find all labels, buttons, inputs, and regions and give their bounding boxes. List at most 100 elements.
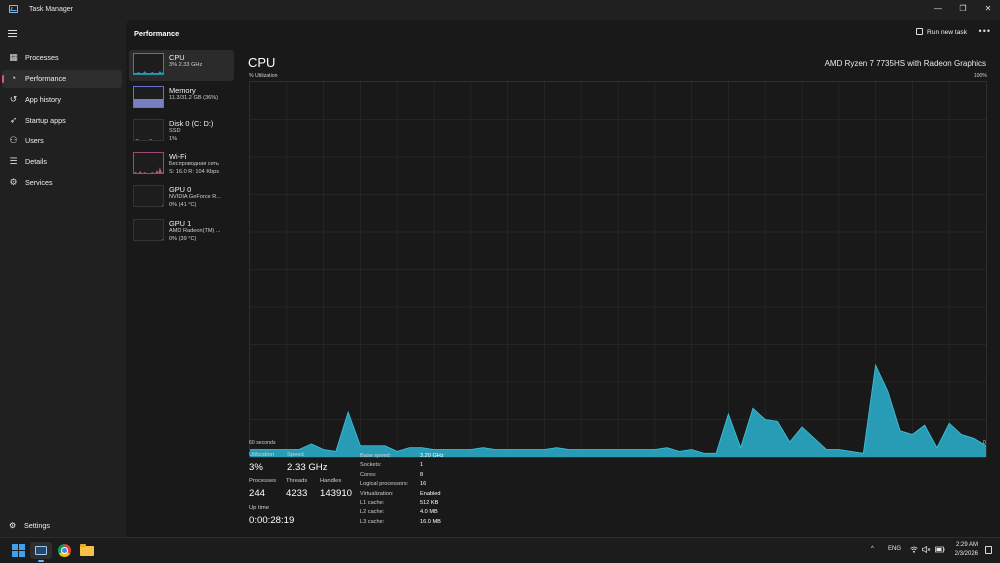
device-thumbnail <box>133 185 164 207</box>
device-item-disk[interactable]: Disk 0 (C: D:) SSD 1% <box>129 116 234 147</box>
sidebar-item-performance[interactable]: ◔ Performance <box>2 70 122 88</box>
volume-muted-icon[interactable] <box>922 545 931 555</box>
users-icon: ⚇ <box>9 135 18 145</box>
taskbar-chrome[interactable] <box>56 542 73 559</box>
device-thumbnail <box>133 119 164 141</box>
device-item-gpu-4[interactable]: GPU 0 NVIDIA GeForce R... 0% (41 °C) <box>129 182 234 213</box>
maximize-button[interactable]: ❐ <box>951 2 975 16</box>
processes-value: 244 <box>249 488 266 499</box>
history-icon: ↺ <box>9 94 18 104</box>
device-sparkline <box>134 205 163 206</box>
settings-label: Settings <box>24 521 50 530</box>
threads-label: Threads <box>286 478 308 484</box>
sidebar-item-label: Details <box>25 157 47 166</box>
utilization-value: 3% <box>249 462 263 473</box>
detail-value: 4.0 MB <box>420 509 438 516</box>
device-subtitle: SSD <box>169 128 181 134</box>
detail-value: 8 <box>420 471 424 478</box>
detail-value: 512 KB <box>420 500 439 506</box>
processes-icon: ▦ <box>9 52 18 62</box>
device-sparkline <box>134 167 163 173</box>
graph-left-time-label: 60 seconds <box>249 440 276 446</box>
device-detail: 0% (39 °C) <box>169 236 197 242</box>
sidebar-item-label: Processes <box>25 53 59 62</box>
folder-icon <box>80 544 94 556</box>
battery-icon[interactable] <box>935 546 945 555</box>
taskbar-file-explorer[interactable] <box>79 542 96 559</box>
device-name: Memory <box>169 86 196 95</box>
detail-key: L2 cache: <box>360 509 385 516</box>
clock-time: 2:29 AM <box>955 542 978 548</box>
services-icon: ⚙ <box>9 177 18 187</box>
page-title: Performance <box>134 29 180 38</box>
detail-value: 16.0 MB <box>420 518 441 525</box>
detail-key: Cores: <box>360 471 377 478</box>
more-options-button[interactable]: ••• <box>979 26 991 36</box>
sidebar-item-users[interactable]: ⚇ Users <box>2 132 122 150</box>
device-detail: 0% (41 °C) <box>169 202 197 208</box>
max-percent-label: 100% <box>973 73 987 79</box>
notification-icon[interactable] <box>985 546 992 554</box>
detail-value: 3.20 GHz <box>420 453 444 459</box>
device-subtitle: 3% 2.33 GHz <box>169 62 203 68</box>
device-sparkline <box>134 139 163 140</box>
chrome-icon <box>58 544 71 557</box>
processes-label: Processes <box>249 478 277 484</box>
task-manager-taskbar-icon <box>35 546 47 555</box>
cpu-graph-svg <box>250 82 987 457</box>
taskbar: ^ ENG 2:29 AM 2/3/2026 <box>0 537 1000 563</box>
graph-right-time-label: 0 <box>983 440 986 446</box>
hamburger-menu-icon[interactable] <box>8 30 17 37</box>
cpu-title: CPU <box>248 55 276 70</box>
cpu-model: AMD Ryzen 7 7735HS with Radeon Graphics <box>824 59 986 68</box>
startup-icon: ➶ <box>9 115 18 125</box>
device-item-wi-fi[interactable]: Wi-Fi Беспроводная сеть S: 16.0 R: 104 Kbp… <box>129 149 234 180</box>
device-thumbnail <box>133 152 164 174</box>
device-sparkline <box>134 239 163 240</box>
device-thumbnail <box>133 53 164 75</box>
detail-key: L3 cache: <box>360 518 385 525</box>
run-new-task-label: Run new task <box>927 29 967 36</box>
handles-value: 143910 <box>320 488 353 499</box>
wifi-icon[interactable] <box>910 546 918 555</box>
sidebar-item-startup-apps[interactable]: ➶ Startup apps <box>2 112 122 130</box>
run-new-task-button[interactable]: Run new task <box>916 28 967 36</box>
sidebar-item-services[interactable]: ⚙ Services <box>2 174 122 192</box>
sidebar-item-label: Performance <box>25 74 67 83</box>
show-hidden-icons-chevron[interactable]: ^ <box>871 546 874 552</box>
handles-label: Handles <box>320 478 342 484</box>
main-panel: Performance Run new task ••• CPU 3% 2.33 … <box>126 20 1000 537</box>
sidebar-item-processes[interactable]: ▦ Processes <box>2 49 122 67</box>
performance-icon: ◔ <box>10 73 17 83</box>
device-subtitle: Беспроводная сеть <box>169 161 219 167</box>
settings-icon: ⚙ <box>9 521 17 530</box>
sidebar-item-details[interactable]: ☰ Details <box>2 153 122 171</box>
uptime-label: Up time <box>249 505 269 511</box>
device-item-gpu-5[interactable]: GPU 1 AMD Radeon(TM) ... 0% (39 °C) <box>129 216 234 247</box>
detail-key: L1 cache: <box>360 500 385 506</box>
close-button[interactable]: ✕ <box>976 2 1000 16</box>
sidebar-item-label: Services <box>25 178 53 187</box>
device-subtitle: NVIDIA GeForce R... <box>169 194 221 200</box>
window-title: Task Manager <box>29 6 73 13</box>
detail-key: Logical processors: <box>360 481 409 488</box>
sidebar-item-app-history[interactable]: ↺ App history <box>2 91 122 109</box>
utilization-axis-label: % Utilization <box>249 73 278 79</box>
device-thumbnail <box>133 219 164 241</box>
taskbar-clock[interactable]: 2:29 AM 2/3/2026 <box>955 541 978 559</box>
taskbar-task-manager[interactable] <box>30 542 52 562</box>
title-bar: Task Manager — ❐ ✕ <box>0 0 1000 20</box>
detail-key: Sockets: <box>360 462 382 469</box>
device-name: GPU 1 <box>169 219 192 228</box>
device-item-cpu[interactable]: CPU 3% 2.33 GHz <box>129 50 234 81</box>
start-button[interactable] <box>10 542 27 559</box>
sidebar-item-label: Startup apps <box>25 116 66 125</box>
device-item-memory[interactable]: Memory 11.3/31.2 GB (36%) <box>129 83 234 114</box>
uptime-value: 0:00:28:19 <box>249 515 295 526</box>
minimize-button[interactable]: — <box>926 2 950 16</box>
language-indicator[interactable]: ENG <box>888 546 901 552</box>
speed-value: 2.33 GHz <box>287 462 328 473</box>
detail-key: Base speed: <box>360 453 392 459</box>
run-task-icon <box>916 28 924 35</box>
details-icon: ☰ <box>9 156 18 166</box>
